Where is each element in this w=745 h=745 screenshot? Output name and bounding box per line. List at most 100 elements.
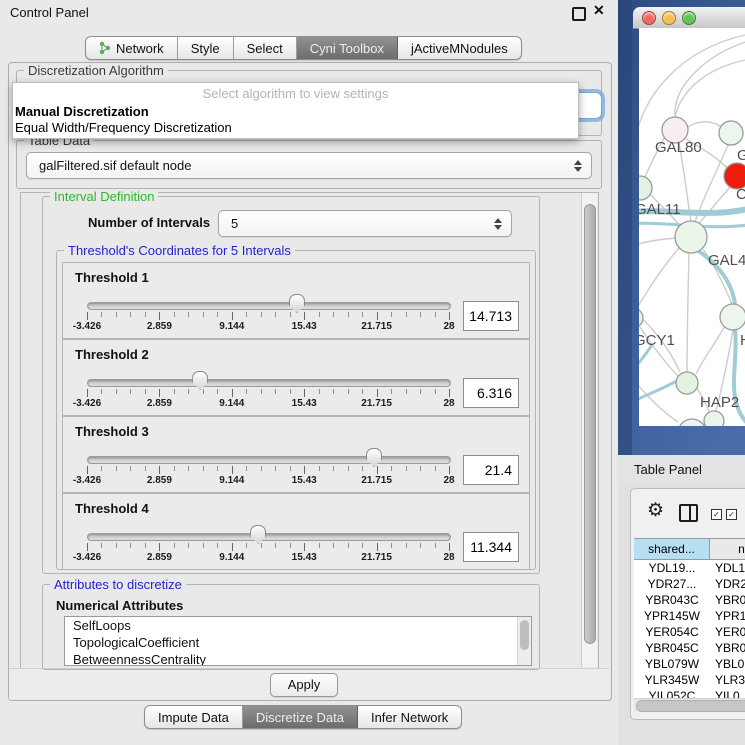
list-item[interactable]: TopologicalCoefficient	[65, 634, 531, 651]
slider-track[interactable]	[87, 379, 451, 387]
node-table-body[interactable]: YDL19...YDL1YDR27...YDR2YBR043CYBR0YPR14…	[634, 560, 745, 700]
thresholds-group-title: Threshold's Coordinates for 5 Intervals	[64, 244, 295, 257]
number-of-intervals-combobox[interactable]: 5	[218, 210, 512, 237]
table-cell[interactable]: YBR043C	[634, 592, 710, 608]
table-row[interactable]: YBR045CYBR0	[634, 640, 745, 656]
table-cell[interactable]: YBR0	[710, 592, 745, 608]
table-cell[interactable]: YBR0	[710, 640, 745, 656]
horizontal-scrollbar[interactable]	[634, 698, 745, 712]
network-node[interactable]	[704, 411, 724, 426]
float-window-icon[interactable]	[572, 7, 586, 21]
close-icon[interactable]: ✕	[593, 2, 605, 19]
checkbox-checked-icon[interactable]: ✓	[726, 509, 737, 520]
node-label: GCY1	[639, 332, 675, 349]
table-cell[interactable]: YBL0	[710, 656, 745, 672]
node-label: HAP2	[700, 394, 739, 411]
slider-thumb[interactable]	[289, 294, 305, 313]
threshold-4-panel: Threshold 4 -3.4262.8599.14415.4321.7152…	[62, 493, 530, 570]
threshold-3-slider[interactable]: -3.4262.8599.14415.4321.71528	[87, 417, 449, 492]
threshold-4-slider[interactable]: -3.4262.8599.14415.4321.71528	[87, 494, 449, 569]
dropdown-item-equal-width-frequency[interactable]: Equal Width/Frequency Discretization	[15, 120, 232, 135]
column-header-shared-name[interactable]: shared...	[634, 539, 710, 559]
list-scrollbar[interactable]	[517, 617, 531, 665]
checkbox-checked-icon[interactable]: ✓	[711, 509, 722, 520]
table-cell[interactable]: YER0	[710, 624, 745, 640]
table-row[interactable]: YPR145WYPR1	[634, 608, 745, 624]
zoom-traffic-light[interactable]	[682, 11, 696, 25]
table-cell[interactable]: YLR3	[710, 672, 745, 688]
tab-jactivemnodules[interactable]: jActiveMNodules	[398, 37, 521, 59]
node-label: GAL4	[708, 252, 745, 269]
screen: { "control_panel": { "title": "Control P…	[0, 0, 745, 745]
table-data-combobox[interactable]: galFiltered.sif default node	[26, 152, 592, 179]
slider-track[interactable]	[87, 456, 451, 464]
threshold-1-slider[interactable]: -3.4262.8599.14415.4321.71528	[87, 263, 449, 338]
tab-discretize-data[interactable]: Discretize Data	[243, 706, 358, 728]
list-item[interactable]: SelfLoops	[65, 617, 531, 634]
threshold-1-value-field[interactable]: 14.713	[463, 301, 519, 331]
list-item[interactable]: BetweennessCentrality	[65, 651, 531, 666]
network-node[interactable]	[678, 419, 706, 426]
slider-thumb[interactable]	[250, 525, 266, 544]
dropdown-item-manual-discretization[interactable]: Manual Discretization	[15, 104, 149, 119]
table-row[interactable]: YLR345WYLR3	[634, 672, 745, 688]
tab-network[interactable]: Network	[86, 37, 178, 59]
table-cell[interactable]: YER054C	[634, 624, 710, 640]
table-row[interactable]: YDR27...YDR2	[634, 576, 745, 592]
panel-title: Control Panel	[10, 5, 89, 20]
numerical-attributes-list[interactable]: SelfLoopsTopologicalCoefficientBetweenne…	[64, 616, 532, 666]
network-node[interactable]	[676, 372, 698, 394]
table-row[interactable]: YBR043CYBR0	[634, 592, 745, 608]
scrollbar-thumb[interactable]	[584, 204, 596, 644]
threshold-2-value-field[interactable]: 6.316	[463, 378, 519, 408]
table-cell[interactable]: YDR2	[710, 576, 745, 592]
table-cell[interactable]: YLR345W	[634, 672, 710, 688]
close-traffic-light[interactable]	[642, 11, 656, 25]
table-cell[interactable]: YBR045C	[634, 640, 710, 656]
network-icon	[99, 41, 111, 55]
gear-icon[interactable]: ⚙	[647, 501, 664, 520]
apply-button[interactable]: Apply	[270, 673, 338, 697]
node-label: GAL11	[639, 201, 681, 218]
tab-select[interactable]: Select	[234, 37, 297, 59]
table-cell[interactable]: YDR27...	[634, 576, 710, 592]
table-cell[interactable]: YBL079W	[634, 656, 710, 672]
minimize-traffic-light[interactable]	[662, 11, 676, 25]
list-items: SelfLoopsTopologicalCoefficientBetweenne…	[65, 617, 531, 666]
scrollbar-thumb[interactable]	[520, 620, 529, 650]
algorithm-dropdown-popup: Select algorithm to view settings Manual…	[12, 82, 579, 139]
table-row[interactable]: YBL079WYBL0	[634, 656, 745, 672]
slider-thumb[interactable]	[192, 371, 208, 390]
slider-thumb[interactable]	[366, 448, 382, 467]
scrollbar-thumb[interactable]	[636, 700, 745, 712]
network-node[interactable]	[639, 308, 643, 328]
network-node[interactable]	[639, 176, 652, 200]
tab-cyni-toolbox[interactable]: Cyni Toolbox	[297, 37, 398, 59]
column-header-name[interactable]: n	[710, 539, 745, 559]
network-window-titlebar[interactable]	[633, 7, 745, 29]
slider-track[interactable]	[87, 533, 451, 541]
table-row[interactable]: YDL19...YDL1	[634, 560, 745, 576]
threshold-2-slider[interactable]: -3.4262.8599.14415.4321.71528	[87, 340, 449, 415]
table-cell[interactable]: YDL1	[710, 560, 745, 576]
table-cell[interactable]: YDL19...	[634, 560, 710, 576]
tab-style[interactable]: Style	[178, 37, 234, 59]
network-node[interactable]	[675, 221, 707, 253]
control-panel-tabs: Network Style Select Cyni Toolbox jActiv…	[85, 36, 522, 60]
table-panel-title: Table Panel	[634, 462, 702, 477]
slider-track[interactable]	[87, 302, 451, 310]
table-row[interactable]: YER054CYER0	[634, 624, 745, 640]
vertical-scrollbar[interactable]	[581, 193, 597, 667]
network-node[interactable]	[719, 121, 743, 145]
table-cell[interactable]: YPR145W	[634, 608, 710, 624]
table-cell[interactable]: YPR1	[710, 608, 745, 624]
column-layout-icon[interactable]	[679, 504, 698, 522]
tab-infer-network[interactable]: Infer Network	[358, 706, 461, 728]
threshold-4-value-field[interactable]: 11.344	[463, 532, 519, 562]
network-view-canvas[interactable]: GAL80GCGAL11GAL4GCY1HHAP2	[639, 28, 745, 426]
threshold-3-panel: Threshold 3 -3.4262.8599.14415.4321.7152…	[62, 416, 530, 493]
network-node[interactable]	[720, 304, 745, 330]
threshold-3-value-field[interactable]: 21.4	[463, 455, 519, 485]
algorithm-group-title: Discretization Algorithm	[24, 64, 168, 77]
tab-impute-data[interactable]: Impute Data	[145, 706, 243, 728]
